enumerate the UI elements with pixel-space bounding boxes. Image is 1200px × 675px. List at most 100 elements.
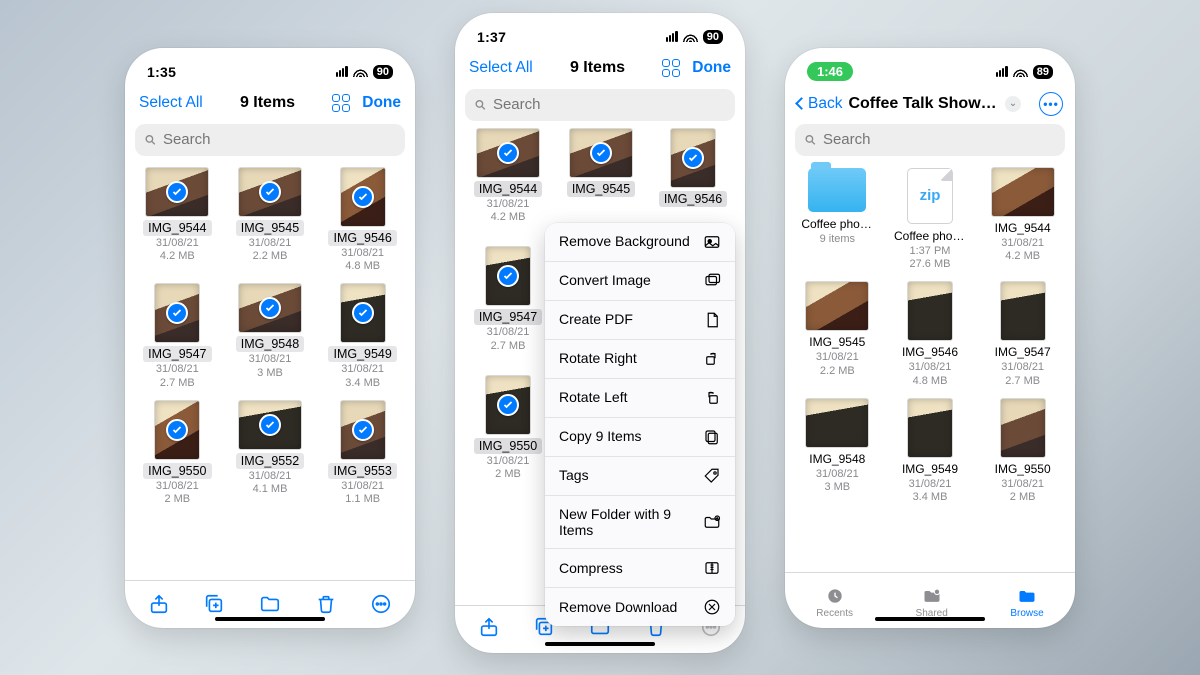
file-grid[interactable]: IMG_954431/08/214.2 MBIMG_954531/08/212.… bbox=[125, 162, 415, 580]
done-button[interactable]: Done bbox=[362, 94, 401, 112]
file-item[interactable]: IMG_955031/08/212 MB bbox=[133, 401, 222, 508]
file-item[interactable]: IMG_954931/08/213.4 MB bbox=[318, 284, 407, 391]
file-meta: 1:37 PM27.6 MB bbox=[910, 245, 951, 273]
menu-item[interactable]: Remove Download bbox=[545, 588, 735, 626]
file-item[interactable]: IMG_954431/08/214.2 MB bbox=[463, 129, 553, 226]
file-meta: 31/08/212.2 MB bbox=[249, 237, 292, 265]
home-indicator[interactable] bbox=[875, 617, 985, 621]
file-name: IMG_9549 bbox=[897, 461, 963, 477]
menu-item[interactable]: Tags bbox=[545, 457, 735, 496]
duplicate-icon[interactable] bbox=[203, 593, 225, 615]
menu-label: New Folder with 9 Items bbox=[559, 506, 695, 538]
menu-item[interactable]: Copy 9 Items bbox=[545, 418, 735, 457]
phone-2: 1:37 90 Select All 9 Items Done IMG_9544… bbox=[455, 13, 745, 653]
file-name: IMG_9553 bbox=[328, 463, 396, 479]
home-indicator[interactable] bbox=[215, 617, 325, 621]
menu-label: Tags bbox=[559, 467, 695, 483]
share-icon[interactable] bbox=[478, 616, 500, 638]
title-dropdown-icon[interactable]: ⌄ bbox=[1005, 96, 1021, 112]
search-icon bbox=[144, 133, 157, 147]
search-field[interactable] bbox=[465, 89, 735, 121]
search-input[interactable] bbox=[163, 131, 396, 148]
selection-check-icon bbox=[259, 414, 281, 436]
file-item[interactable]: IMG_954431/08/214.2 MB bbox=[133, 168, 222, 275]
file-item[interactable]: IMG_9546 bbox=[659, 129, 727, 207]
menu-label: Rotate Left bbox=[559, 389, 695, 405]
file-name: Coffee photos bbox=[796, 216, 878, 232]
file-item[interactable]: IMG_955231/08/214.1 MB bbox=[226, 401, 315, 508]
back-button[interactable]: Back bbox=[797, 95, 842, 113]
zip-icon: zip bbox=[907, 168, 953, 224]
file-meta: 31/08/212.7 MB bbox=[1001, 361, 1044, 389]
status-icons: 89 bbox=[996, 65, 1053, 79]
menu-item[interactable]: Remove Background bbox=[545, 223, 735, 262]
image-thumbnail bbox=[486, 376, 530, 434]
file-item[interactable]: Coffee photos9 items bbox=[793, 168, 882, 273]
status-icons: 90 bbox=[336, 65, 393, 79]
clock: 1:35 bbox=[147, 64, 176, 80]
file-name: IMG_9545 bbox=[236, 220, 304, 236]
menu-item[interactable]: Create PDF bbox=[545, 301, 735, 340]
file-name: IMG_9544 bbox=[474, 181, 542, 197]
file-item[interactable]: IMG_954931/08/213.4 MB bbox=[886, 399, 975, 506]
file-meta: 31/08/213.4 MB bbox=[341, 363, 384, 391]
menu-item[interactable]: Rotate Left bbox=[545, 379, 735, 418]
file-item[interactable]: IMG_954831/08/213 MB bbox=[793, 399, 882, 506]
file-item[interactable]: IMG_954731/08/212.7 MB bbox=[463, 247, 553, 354]
file-item[interactable]: IMG_954531/08/212.2 MB bbox=[226, 168, 315, 275]
file-item[interactable]: IMG_955331/08/211.1 MB bbox=[318, 401, 407, 508]
selection-check-icon bbox=[352, 302, 374, 324]
file-item[interactable]: IMG_955031/08/212 MB bbox=[463, 376, 553, 483]
tag-icon bbox=[703, 467, 721, 485]
menu-item[interactable]: Rotate Right bbox=[545, 340, 735, 379]
file-item[interactable]: IMG_954831/08/213 MB bbox=[226, 284, 315, 391]
select-all-button[interactable]: Select All bbox=[469, 59, 533, 77]
search-input[interactable] bbox=[823, 131, 1056, 148]
file-item[interactable]: IMG_954531/08/212.2 MB bbox=[793, 282, 882, 389]
view-mode-icon[interactable] bbox=[662, 59, 680, 77]
search-input[interactable] bbox=[493, 96, 726, 113]
more-icon[interactable] bbox=[370, 593, 392, 615]
done-button[interactable]: Done bbox=[692, 59, 731, 77]
file-meta: 31/08/214.8 MB bbox=[341, 247, 384, 275]
folder-icon bbox=[808, 168, 866, 212]
menu-label: Convert Image bbox=[559, 272, 695, 288]
menu-label: Copy 9 Items bbox=[559, 428, 695, 444]
page-title: Coffee Talk Show 3.0 bbox=[848, 95, 997, 113]
image-thumbnail bbox=[477, 129, 539, 177]
page-title: 9 Items bbox=[570, 59, 625, 77]
move-folder-icon[interactable] bbox=[259, 593, 281, 615]
file-item[interactable]: IMG_954731/08/212.7 MB bbox=[133, 284, 222, 391]
select-all-button[interactable]: Select All bbox=[139, 94, 203, 112]
tab-recents[interactable]: Recents bbox=[816, 586, 853, 619]
file-name: IMG_9544 bbox=[143, 220, 211, 236]
search-field[interactable] bbox=[135, 124, 405, 156]
file-item[interactable]: IMG_954431/08/214.2 MB bbox=[978, 168, 1067, 273]
home-indicator[interactable] bbox=[545, 642, 655, 646]
search-field[interactable] bbox=[795, 124, 1065, 156]
file-grid[interactable]: Coffee photos9 itemszipCoffee photos.zip… bbox=[785, 162, 1075, 572]
file-item[interactable]: zipCoffee photos.zip1:37 PM27.6 MB bbox=[886, 168, 975, 273]
file-item[interactable]: IMG_954731/08/212.7 MB bbox=[978, 282, 1067, 389]
share-icon[interactable] bbox=[148, 593, 170, 615]
clock-pill[interactable]: 1:46 bbox=[807, 62, 853, 81]
tab-shared[interactable]: Shared bbox=[916, 586, 948, 619]
trash-icon[interactable] bbox=[315, 593, 337, 615]
more-icon[interactable]: ••• bbox=[1039, 92, 1063, 116]
menu-item[interactable]: Compress bbox=[545, 549, 735, 588]
selection-check-icon bbox=[352, 186, 374, 208]
file-item[interactable]: IMG_9545 bbox=[567, 129, 635, 207]
file-meta: 31/08/212.2 MB bbox=[816, 351, 859, 379]
file-item[interactable]: IMG_955031/08/212 MB bbox=[978, 399, 1067, 506]
menu-item[interactable]: New Folder with 9 Items bbox=[545, 496, 735, 549]
menu-item[interactable]: Convert Image bbox=[545, 262, 735, 301]
file-item[interactable]: IMG_954631/08/214.8 MB bbox=[318, 168, 407, 275]
image-thumbnail bbox=[341, 401, 385, 459]
image-thumbnail bbox=[908, 282, 952, 340]
tab-browse[interactable]: Browse bbox=[1010, 586, 1043, 619]
file-item[interactable]: IMG_954631/08/214.8 MB bbox=[886, 282, 975, 389]
cellular-icon bbox=[336, 66, 348, 77]
view-mode-icon[interactable] bbox=[332, 94, 350, 112]
file-meta: 31/08/213 MB bbox=[816, 468, 859, 496]
selection-check-icon bbox=[497, 265, 519, 287]
